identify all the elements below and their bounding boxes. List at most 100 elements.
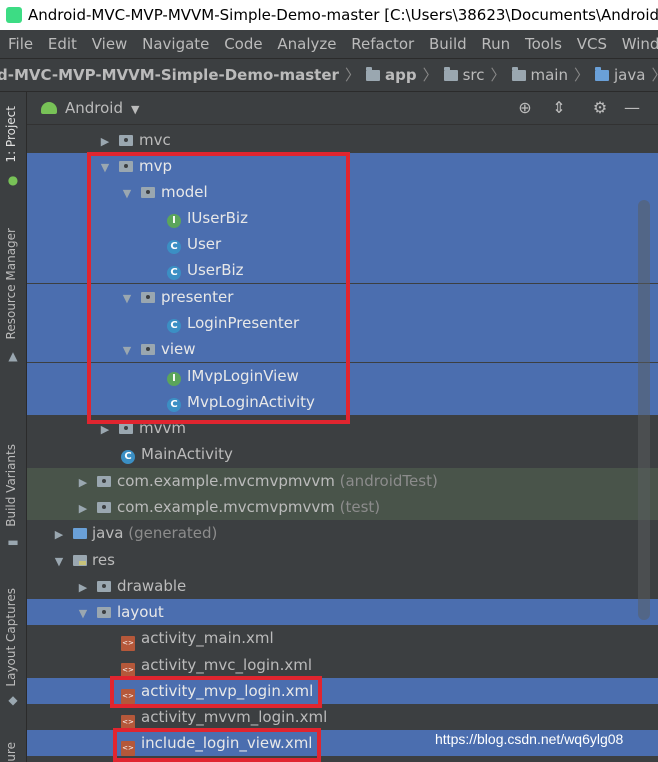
package-icon: [97, 502, 111, 513]
breadcrumb-src[interactable]: src: [443, 59, 484, 91]
tree-scrollbar[interactable]: [638, 200, 650, 620]
generated-folder-icon: [73, 528, 87, 539]
class-icon: C: [167, 240, 181, 254]
breadcrumb-java[interactable]: java: [595, 59, 645, 91]
tree-item-mvvm[interactable]: ▶ mvvm: [27, 415, 658, 441]
tree-item-view[interactable]: ▼ view: [27, 336, 658, 362]
xml-file-icon: <>: [121, 663, 135, 678]
chevron-right-icon: 〉: [344, 66, 360, 84]
chevron-down-icon: ▼: [131, 103, 140, 116]
tree-item-drawable[interactable]: ▶ drawable: [27, 573, 658, 599]
tree-item-mvc[interactable]: ▶ mvc: [27, 127, 658, 153]
tab-build-variants[interactable]: Build Variants: [4, 444, 18, 527]
tree-item-model[interactable]: ▼ model: [27, 179, 658, 205]
expand-arrow-icon[interactable]: ▶: [99, 417, 111, 443]
expand-arrow-icon[interactable]: ▶: [77, 496, 89, 522]
menu-view[interactable]: View: [92, 35, 128, 53]
package-icon: [119, 161, 133, 172]
title-bar: Android-MVC-MVP-MVVM-Simple-Demo-master …: [0, 0, 658, 30]
tree-item-imvploginview[interactable]: I IMvpLoginView: [27, 363, 658, 389]
breadcrumb-project[interactable]: d-MVC-MVP-MVVM-Simple-Demo-master: [0, 59, 339, 91]
folder-icon: [97, 581, 111, 592]
menu-tools[interactable]: Tools: [525, 35, 562, 53]
menu-build[interactable]: Build: [429, 35, 467, 53]
project-view-mode: Android: [65, 99, 123, 117]
tree-item-activity-mvp-login-xml[interactable]: <> activity_mvp_login.xml: [27, 678, 658, 704]
collapse-arrow-icon[interactable]: ▼: [99, 155, 111, 181]
tree-item-activity-mvvm-login-xml[interactable]: <> activity_mvvm_login.xml: [27, 704, 658, 730]
collapse-arrow-icon[interactable]: ▼: [77, 601, 89, 627]
project-tree: ▶ mvc ▼ mvp ▼ model I IUserBiz C User C UserBi…: [27, 126, 658, 762]
breadcrumb: d-MVC-MVP-MVVM-Simple-Demo-master 〉 app 〉 sr…: [0, 58, 658, 92]
tree-item-user[interactable]: C User: [27, 231, 658, 257]
tree-item-presenter[interactable]: ▼ presenter: [27, 284, 658, 310]
breadcrumb-app[interactable]: app: [365, 59, 417, 91]
package-icon: [119, 135, 133, 146]
chevron-right-icon: 〉: [651, 66, 658, 84]
package-icon: [119, 423, 133, 434]
tree-item-userbiz[interactable]: C UserBiz: [27, 257, 658, 283]
tab-project[interactable]: 1: Project: [4, 106, 18, 163]
resource-folder-icon: [73, 555, 87, 566]
project-view-selector[interactable]: Android ▼: [27, 99, 139, 117]
collapse-all-icon[interactable]: ⇕: [548, 92, 570, 124]
xml-file-icon: <>: [121, 741, 135, 756]
resource-manager-icon: ▲: [8, 349, 18, 363]
menu-run[interactable]: Run: [481, 35, 510, 53]
tree-item-activity-mvc-login-xml[interactable]: <> activity_mvc_login.xml: [27, 652, 658, 678]
locate-icon[interactable]: ⊕: [514, 92, 536, 124]
expand-arrow-icon[interactable]: ▶: [53, 522, 65, 548]
package-icon: [141, 292, 155, 303]
tree-item-activity-main-xml[interactable]: <> activity_main.xml: [27, 625, 658, 651]
gear-icon[interactable]: ⚙: [589, 92, 611, 124]
menu-code[interactable]: Code: [224, 35, 262, 53]
collapse-arrow-icon[interactable]: ▼: [53, 549, 65, 575]
menu-refactor[interactable]: Refactor: [351, 35, 414, 53]
tree-item-package-androidtest[interactable]: ▶ com.example.mvcmvpmvvm (androidTest): [27, 468, 658, 494]
collapse-arrow-icon[interactable]: ▼: [121, 181, 133, 207]
android-icon: ●: [7, 173, 19, 187]
minimize-icon[interactable]: —: [621, 92, 643, 124]
folder-icon: [443, 67, 458, 81]
tab-resource-manager[interactable]: Resource Manager: [4, 228, 18, 339]
menu-window[interactable]: Wind: [622, 35, 658, 53]
tool-window-strip: 1: Project ● Resource Manager ▲ Build Va…: [0, 92, 27, 762]
tree-item-package-test[interactable]: ▶ com.example.mvcmvpmvvm (test): [27, 494, 658, 520]
tree-item-mvploginactivity[interactable]: C MvpLoginActivity: [27, 389, 658, 415]
expand-arrow-icon[interactable]: ▶: [99, 129, 111, 155]
tree-item-mainactivity[interactable]: C MainActivity: [27, 441, 658, 467]
layout-captures-icon: ◆: [8, 693, 18, 707]
breadcrumb-main[interactable]: main: [511, 59, 568, 91]
menu-file[interactable]: File: [8, 35, 33, 53]
collapse-arrow-icon[interactable]: ▼: [121, 286, 133, 312]
tab-layout-captures[interactable]: Layout Captures: [4, 588, 18, 687]
expand-arrow-icon[interactable]: ▶: [77, 575, 89, 601]
xml-file-icon: <>: [121, 636, 135, 651]
tree-item-res[interactable]: ▼ res: [27, 547, 658, 573]
folder-icon: [511, 67, 526, 81]
class-icon: C: [167, 398, 181, 412]
tree-item-iuserbiz[interactable]: I IUserBiz: [27, 205, 658, 231]
watermark: https://blog.csdn.net/wq6ylg08: [435, 731, 624, 747]
expand-arrow-icon[interactable]: ▶: [77, 470, 89, 496]
chevron-right-icon: 〉: [490, 66, 506, 84]
interface-icon: I: [167, 214, 181, 228]
menu-analyze[interactable]: Analyze: [277, 35, 336, 53]
tree-item-loginpresenter[interactable]: C LoginPresenter: [27, 310, 658, 336]
class-icon: C: [167, 266, 181, 280]
tree-item-layout[interactable]: ▼ layout: [27, 599, 658, 625]
android-studio-icon: [6, 7, 22, 23]
tree-item-mvp[interactable]: ▼ mvp: [27, 153, 658, 179]
collapse-arrow-icon[interactable]: ▼: [121, 338, 133, 364]
menu-edit[interactable]: Edit: [48, 35, 77, 53]
tree-item-java-generated[interactable]: ▶ java (generated): [27, 520, 658, 546]
package-icon: [141, 187, 155, 198]
chevron-right-icon: 〉: [573, 66, 589, 84]
android-icon: [41, 102, 57, 114]
module-folder-icon: [365, 67, 380, 81]
interface-icon: I: [167, 372, 181, 386]
source-folder-icon: [595, 67, 609, 81]
tab-structure[interactable]: ure: [4, 742, 18, 762]
menu-navigate[interactable]: Navigate: [142, 35, 209, 53]
menu-vcs[interactable]: VCS: [577, 35, 607, 53]
